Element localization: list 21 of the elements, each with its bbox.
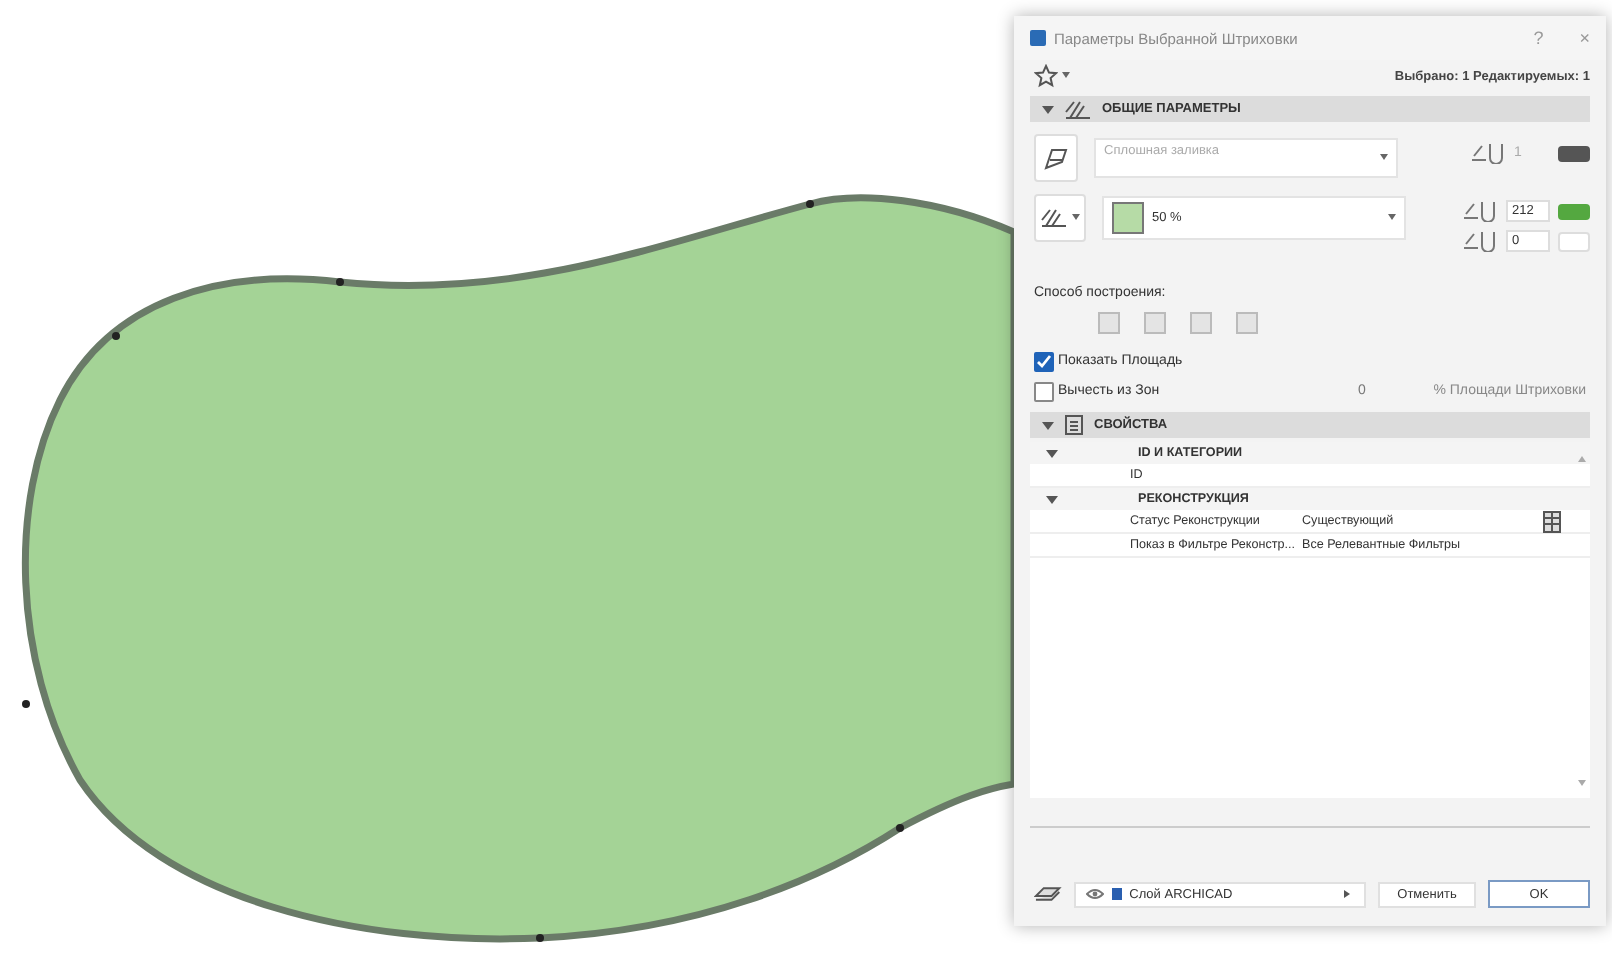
checkbox[interactable] — [1034, 351, 1054, 371]
pen-icon — [1042, 146, 1070, 170]
pen-icon — [1462, 230, 1498, 252]
pen-icon — [1470, 142, 1506, 164]
fill-type-button[interactable] — [1034, 134, 1078, 182]
layer-icon — [1111, 888, 1122, 900]
pen-color-swatch[interactable] — [1558, 145, 1590, 161]
star-icon — [1034, 64, 1058, 88]
empty-pen-swatch[interactable] — [1558, 231, 1590, 251]
eye-icon[interactable] — [1085, 888, 1104, 900]
hatch-icon — [1064, 99, 1092, 119]
app-icon — [1030, 30, 1046, 46]
checkbox[interactable] — [1034, 381, 1054, 401]
renovation-icon[interactable] — [1542, 509, 1562, 533]
favorites-button[interactable] — [1034, 64, 1070, 88]
hatch-options-button[interactable] — [1034, 194, 1086, 242]
layers-icon[interactable] — [1034, 884, 1062, 904]
properties-icon — [1064, 414, 1084, 436]
pen-color-swatch[interactable] — [1558, 203, 1590, 219]
hatch-icon — [1040, 208, 1068, 228]
pen-icon — [1462, 200, 1498, 222]
